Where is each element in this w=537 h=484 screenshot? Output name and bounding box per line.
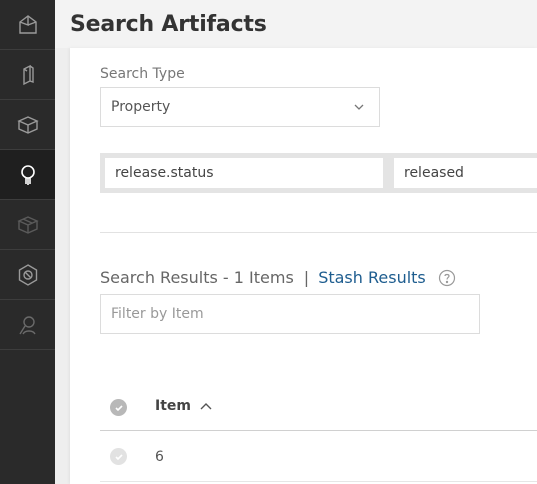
table-row[interactable]: 6 — [100, 432, 537, 482]
sidebar-item-user-search[interactable] — [0, 300, 55, 350]
page-title: Search Artifacts — [70, 12, 267, 37]
builds-icon — [16, 115, 39, 134]
sidebar-item-builds[interactable] — [0, 100, 55, 150]
row-item-cell: 6 — [155, 449, 164, 465]
property-criteria-row: release.status released — [100, 153, 537, 193]
property-key-input[interactable]: release.status — [105, 158, 383, 188]
column-header-item-label: Item — [155, 398, 191, 414]
search-type-label: Search Type — [100, 66, 185, 82]
user-search-icon — [18, 315, 36, 334]
filter-input[interactable]: Filter by Item — [100, 294, 480, 334]
results-table-header: Item — [100, 383, 537, 431]
stash-results-link[interactable]: Stash Results — [318, 268, 426, 287]
search-panel: Search Type Property release.status rele… — [70, 48, 537, 484]
sort-ascending-icon — [200, 403, 212, 410]
help-icon[interactable] — [438, 269, 456, 287]
search-type-value: Property — [111, 99, 171, 115]
search-type-select[interactable]: Property — [100, 87, 380, 127]
search-icon — [20, 164, 35, 185]
results-count: Search Results - 1 Items — [100, 268, 294, 287]
settings-icon — [18, 263, 37, 286]
row-checkbox[interactable] — [110, 448, 127, 465]
column-header-item[interactable]: Item — [155, 398, 213, 414]
select-all-checkbox[interactable] — [110, 399, 127, 416]
results-heading: Search Results - 1 Items | Stash Results — [100, 268, 456, 287]
sidebar-item-settings[interactable] — [0, 250, 55, 300]
sidebar-item-home[interactable] — [0, 0, 55, 50]
sidebar-item-search[interactable] — [0, 150, 55, 200]
sidebar-item-packages[interactable] — [0, 200, 55, 250]
chevron-down-icon — [354, 104, 364, 110]
artifacts-icon — [22, 64, 34, 85]
section-divider — [100, 232, 537, 233]
packages-icon — [16, 215, 39, 234]
heading-separator: | — [303, 268, 310, 287]
sidebar-item-artifacts[interactable] — [0, 50, 55, 100]
home-icon — [18, 14, 37, 34]
property-value-input[interactable]: released — [394, 158, 537, 188]
sidebar — [0, 0, 55, 484]
page-header: Search Artifacts — [55, 0, 537, 48]
